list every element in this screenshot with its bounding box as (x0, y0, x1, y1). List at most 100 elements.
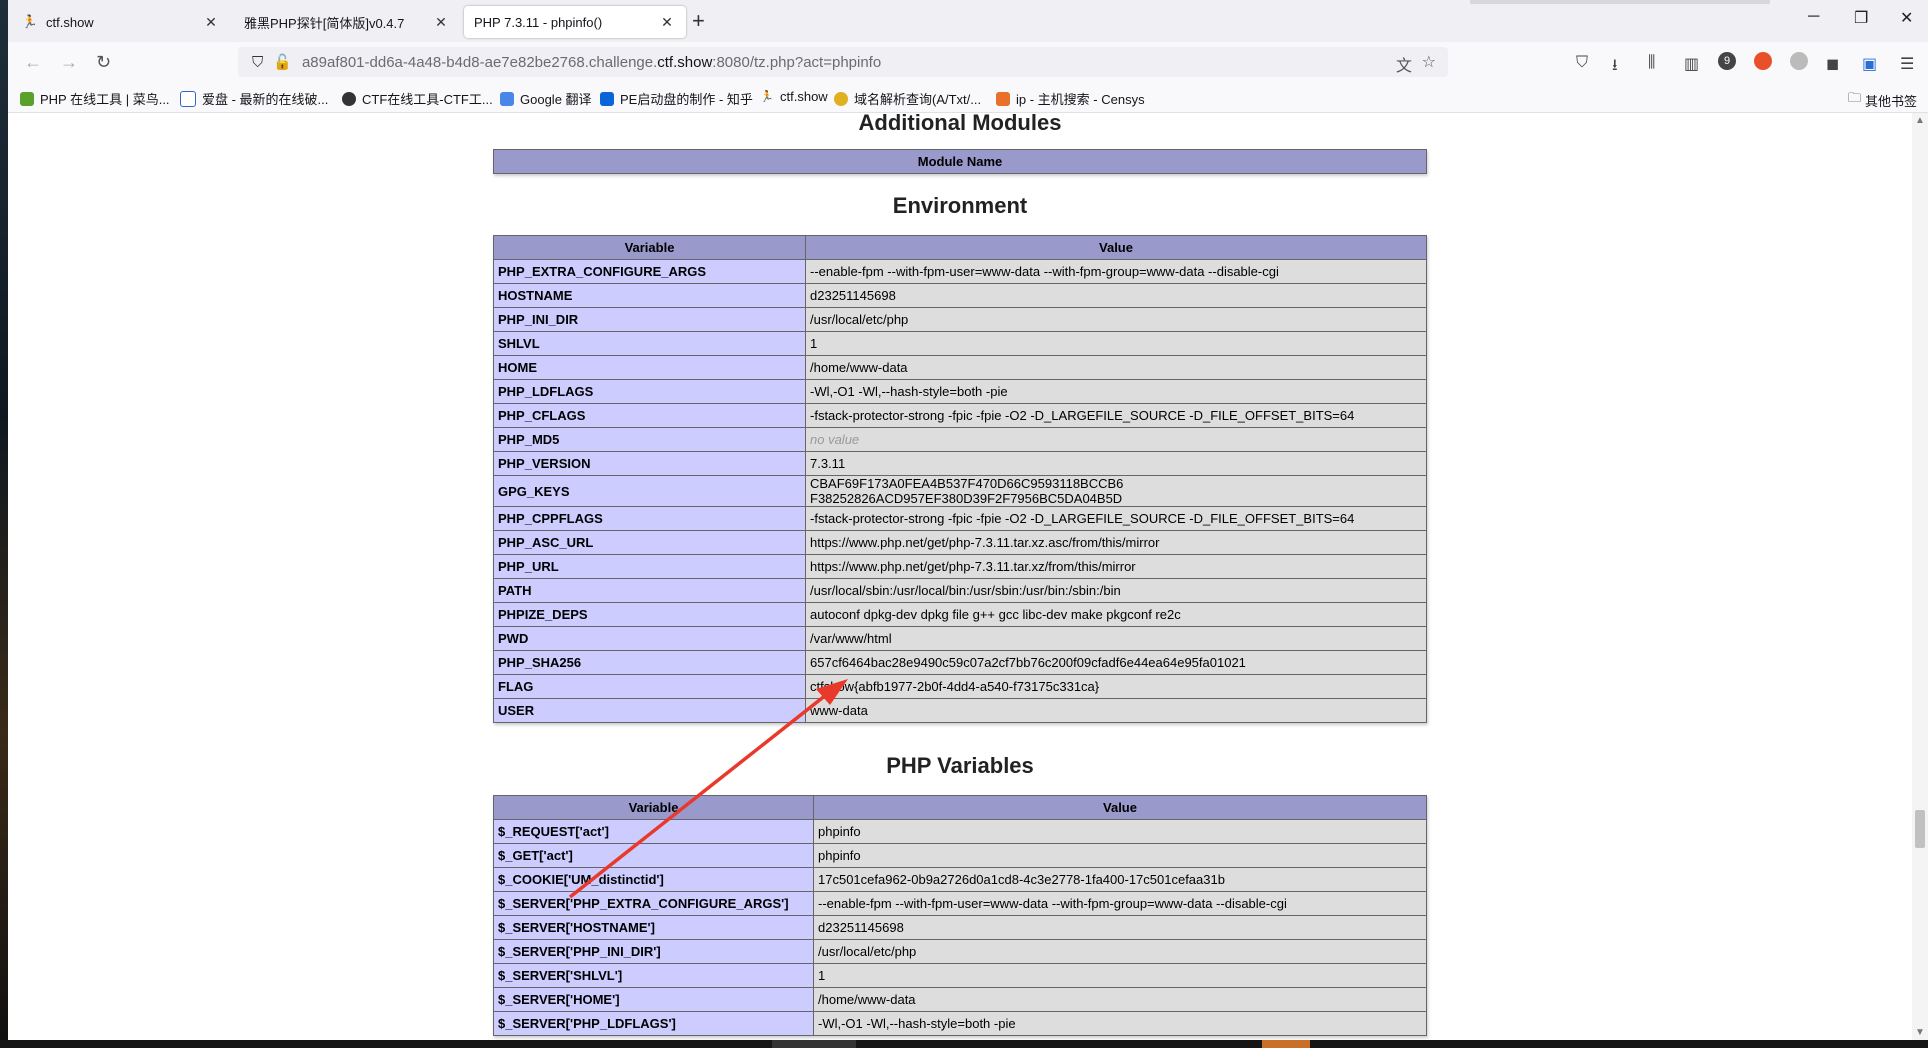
insecure-lock-icon[interactable]: 🔓 (273, 53, 292, 71)
download-icon[interactable]: ⭳ (1612, 54, 1618, 81)
bookmark-folder[interactable]: 🗀 其他书签 (1848, 89, 1917, 111)
bookmark-item[interactable]: 域名解析查询(A/Txt/... (834, 89, 981, 108)
extension-translate-icon[interactable]: ▣ (1862, 54, 1877, 74)
close-icon[interactable]: ✕ (658, 14, 676, 31)
variable-value-cell: --enable-fpm --with-fpm-user=www-data --… (813, 891, 1427, 916)
bookmark-item[interactable]: PHP 在线工具 | 菜鸟... (20, 89, 170, 108)
column-header: Value (805, 235, 1427, 260)
menu-icon[interactable]: ☰ (1900, 54, 1914, 74)
close-icon[interactable]: ✕ (202, 14, 220, 31)
variable-value-cell: -Wl,-O1 -Wl,--hash-style=both -pie (805, 379, 1427, 404)
variable-value-cell: -Wl,-O1 -Wl,--hash-style=both -pie (813, 1011, 1427, 1036)
scroll-up-icon[interactable]: ▲ (1915, 115, 1925, 126)
taskbar-item[interactable] (772, 1040, 856, 1048)
variable-name-cell: PHP_CFLAGS (493, 403, 806, 428)
extension-cat-icon[interactable]: ◼ (1826, 54, 1839, 74)
environment-table: Variable Value PHP_EXTRA_CONFIGURE_ARGS -… (493, 235, 1427, 723)
column-header: Module Name (493, 149, 1427, 174)
table-row: GPG_KEYS CBAF69F173A0FEA4B537F470D66C9593… (493, 475, 1427, 507)
variable-value-cell: no value (805, 427, 1427, 452)
variable-name-cell: HOME (493, 355, 806, 380)
url-bar[interactable]: ⛉ 🔓 a89af801-dd6a-4a48-b4d8-ae7e82be2768… (238, 47, 1448, 77)
variable-name-cell: $_SERVER['PHP_LDFLAGS'] (493, 1011, 814, 1036)
variable-value-cell: /usr/local/etc/php (813, 939, 1427, 964)
table-row: PHP_ASC_URL https://www.php.net/get/php-7… (493, 530, 1427, 555)
tab-phpinfo[interactable]: PHP 7.3.11 - phpinfo() ✕ (464, 6, 686, 38)
variable-name-cell: PHP_CPPFLAGS (493, 506, 806, 531)
table-row: PWD/var/www/html (493, 626, 1427, 651)
taskbar-item[interactable] (1262, 1040, 1310, 1048)
variable-name-cell: $_REQUEST['act'] (493, 819, 814, 844)
bookmark-label: ip - 主机搜索 - Censys (1016, 92, 1145, 107)
section-title-php-variables: PHP Variables (886, 753, 1034, 778)
bookmark-item[interactable]: PE启动盘的制作 - 知乎 (600, 89, 753, 108)
minimize-icon[interactable]: ─ (1808, 8, 1819, 26)
variable-name-cell: $_GET['act'] (493, 843, 814, 868)
section-title-modules: Additional Modules (858, 113, 1062, 135)
bookmark-item[interactable]: Google 翻译 (500, 89, 592, 108)
extension-orange-icon[interactable] (1754, 52, 1772, 70)
forward-icon[interactable]: → (60, 52, 78, 73)
window-close-icon[interactable]: ✕ (1900, 8, 1913, 28)
ctfshow-icon: 🏃 (760, 90, 774, 103)
column-header: Value (813, 795, 1427, 820)
table-row: PATH/usr/local/sbin:/usr/local/bin:/usr/… (493, 578, 1427, 603)
variable-name-cell: HOSTNAME (493, 283, 806, 308)
restore-icon[interactable]: ❐ (1854, 8, 1868, 28)
bookmark-item[interactable]: ip - 主机搜索 - Censys (996, 89, 1145, 108)
tab-title: ctf.show (46, 14, 94, 30)
bookmark-item[interactable]: 爱盘 - 最新的在线破... (180, 89, 328, 108)
table-row: PHP_CPPFLAGS -fstack-protector-strong -fp… (493, 506, 1427, 531)
translate-icon[interactable]: 文 (1396, 52, 1412, 76)
variable-name-cell: PHP_SHA256 (493, 650, 806, 675)
table-row: $_COOKIE['UM_distinctid'] 17c501cefa962-0… (493, 867, 1427, 892)
censys-icon (996, 91, 1010, 106)
extension-gray-icon[interactable] (1790, 52, 1808, 70)
variable-name-cell: PWD (493, 626, 806, 651)
sidebar-icon[interactable]: ▥ (1684, 54, 1699, 74)
bookmark-item[interactable]: CTF在线工具-CTF工... (342, 89, 493, 108)
image-icon (180, 90, 196, 107)
close-icon[interactable]: ✕ (432, 14, 450, 31)
variable-value-cell: /usr/local/etc/php (805, 307, 1427, 332)
tab-probe[interactable]: 雅黑PHP探针[简体版]v0.4.7 ✕ (234, 6, 460, 38)
table-row: HOME/home/www-data (493, 355, 1427, 380)
library-icon[interactable]: ⫼ (1648, 54, 1655, 72)
browser-window: 🏃 ctf.show ✕ 雅黑PHP探针[简体版]v0.4.7 ✕ PHP 7.… (8, 0, 1928, 1040)
star-icon[interactable]: ☆ (1422, 52, 1436, 72)
scroll-down-icon[interactable]: ▼ (1915, 1027, 1925, 1038)
window-tooltip-strip (1470, 0, 1770, 4)
table-row: PHP_EXTRA_CONFIGURE_ARGS --enable-fpm --w… (493, 259, 1427, 284)
variable-value-cell: 7.3.11 (805, 451, 1427, 476)
url-text[interactable]: a89af801-dd6a-4a48-b4d8-ae7e82be2768.cha… (302, 54, 881, 71)
variable-value-cell: d23251145698 (805, 283, 1427, 308)
column-header: Variable (493, 795, 814, 820)
variable-name-cell: USER (493, 698, 806, 723)
navigation-bar: ← → ↻ ⛉ 🔓 a89af801-dd6a-4a48-b4d8-ae7e82… (8, 42, 1928, 82)
shield-icon[interactable]: ⛉ (252, 54, 263, 71)
page-scrollbar[interactable]: ▲ ▼ (1912, 113, 1928, 1040)
extension-badge-icon[interactable]: 9 (1718, 52, 1736, 70)
new-tab-button[interactable]: + (692, 8, 705, 34)
reload-icon[interactable]: ↻ (96, 52, 111, 73)
ctf-tool-icon (342, 91, 356, 106)
table-row: $_GET['act'] phpinfo (493, 843, 1427, 868)
google-translate-icon (500, 91, 514, 106)
bookmark-item[interactable]: 🏃 ctf.show (760, 89, 828, 104)
variable-name-cell: FLAG (493, 674, 806, 699)
pocket-icon[interactable]: ⛉ (1576, 54, 1588, 72)
variable-name-cell: PATH (493, 578, 806, 603)
dns-icon (834, 91, 848, 106)
table-row: PHP_URL https://www.php.net/get/php-7.3.1… (493, 554, 1427, 579)
back-icon[interactable]: ← (24, 52, 42, 73)
variable-name-cell: $_SERVER['HOME'] (493, 987, 814, 1012)
variable-value-cell: /home/www-data (805, 355, 1427, 380)
table-row: PHP_MD5 no value (493, 427, 1427, 452)
table-row: PHP_LDFLAGS -Wl,-O1 -Wl,--hash-style=both… (493, 379, 1427, 404)
variable-name-cell: SHLVL (493, 331, 806, 356)
scroll-thumb[interactable] (1915, 810, 1925, 848)
tab-ctfshow[interactable]: 🏃 ctf.show ✕ (12, 6, 230, 38)
table-row: $_SERVER['HOSTNAME'] d23251145698 (493, 915, 1427, 940)
bookmark-label: 其他书签 (1865, 93, 1918, 109)
section-title-environment: Environment (892, 193, 1028, 218)
